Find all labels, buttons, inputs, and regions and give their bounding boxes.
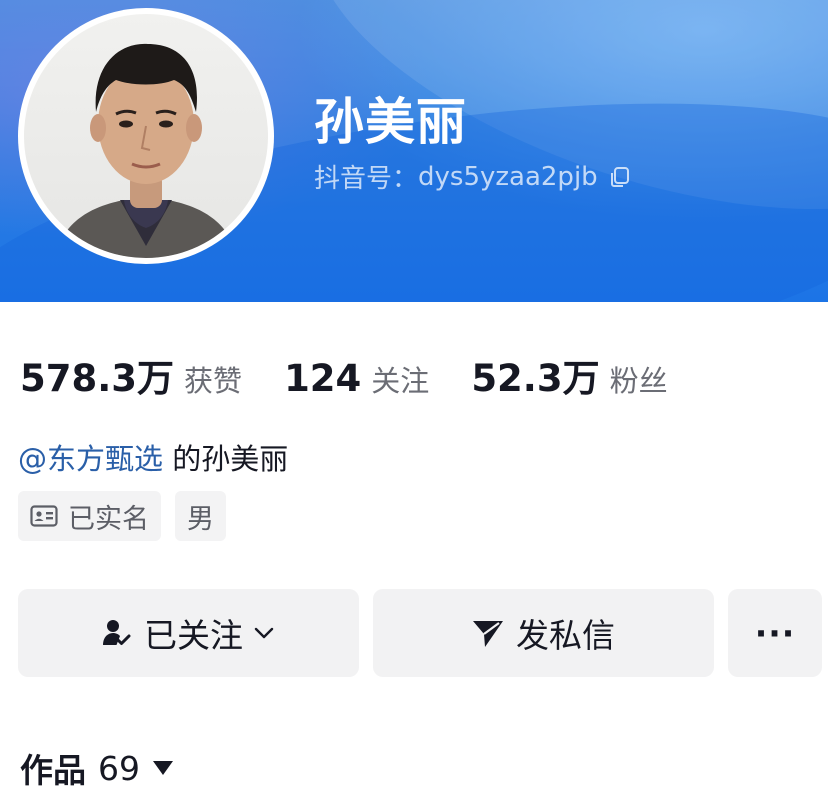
followed-label: 已关注: [144, 616, 243, 655]
profile-bio: @东方甄选 的孙美丽: [18, 436, 288, 478]
followers-label: 粉丝: [609, 364, 668, 398]
user-check-icon: [102, 618, 132, 648]
copy-icon[interactable]: [608, 165, 632, 189]
gender-tag: 男: [175, 491, 226, 541]
stat-following[interactable]: 124 关注: [284, 357, 429, 400]
more-dots-icon: ···: [754, 613, 796, 653]
likes-count: 578.3万: [20, 357, 175, 400]
verified-tag[interactable]: 已实名: [18, 491, 161, 541]
works-tab[interactable]: 作品 69: [20, 744, 174, 792]
profile-stats: 578.3万 获赞 124 关注 52.3万 粉丝: [20, 348, 710, 402]
profile-name: 孙美丽: [314, 93, 467, 151]
following-label: 关注: [371, 364, 430, 398]
bio-text: 的孙美丽: [163, 442, 289, 476]
gender-label: 男: [187, 503, 214, 535]
followers-count: 52.3万: [471, 357, 600, 400]
chevron-down-icon: [253, 622, 275, 644]
douyin-id-row: 抖音号： dys5yzaa2pjb: [314, 158, 632, 195]
avatar-photo: [24, 14, 268, 258]
stat-followers[interactable]: 52.3万 粉丝: [471, 348, 667, 402]
stat-likes[interactable]: 578.3万 获赞: [20, 348, 242, 402]
profile-header: 孙美丽 抖音号： dys5yzaa2pjb: [0, 0, 828, 302]
bio-mention-link[interactable]: @东方甄选: [18, 442, 163, 476]
works-tab-label: 作品: [20, 751, 86, 790]
more-options-button[interactable]: ···: [728, 589, 822, 677]
send-message-label: 发私信: [516, 616, 615, 655]
paper-plane-icon: [472, 618, 504, 648]
douyin-id-label: 抖音号：: [314, 164, 419, 194]
avatar[interactable]: [18, 8, 274, 264]
caret-down-icon: [152, 759, 174, 777]
profile-tags: 已实名 男: [18, 491, 226, 541]
verified-label: 已实名: [68, 503, 149, 535]
id-card-icon: [30, 505, 58, 527]
person-photo-icon: [54, 43, 238, 258]
likes-label: 获赞: [184, 364, 243, 398]
followed-button[interactable]: 已关注: [18, 589, 359, 677]
following-count: 124: [284, 357, 362, 400]
douyin-id-value: dys5yzaa2pjb: [418, 161, 598, 192]
send-message-button[interactable]: 发私信: [373, 589, 714, 677]
works-count: 69: [98, 748, 140, 788]
profile-actions: 已关注 发私信 ···: [18, 589, 822, 677]
